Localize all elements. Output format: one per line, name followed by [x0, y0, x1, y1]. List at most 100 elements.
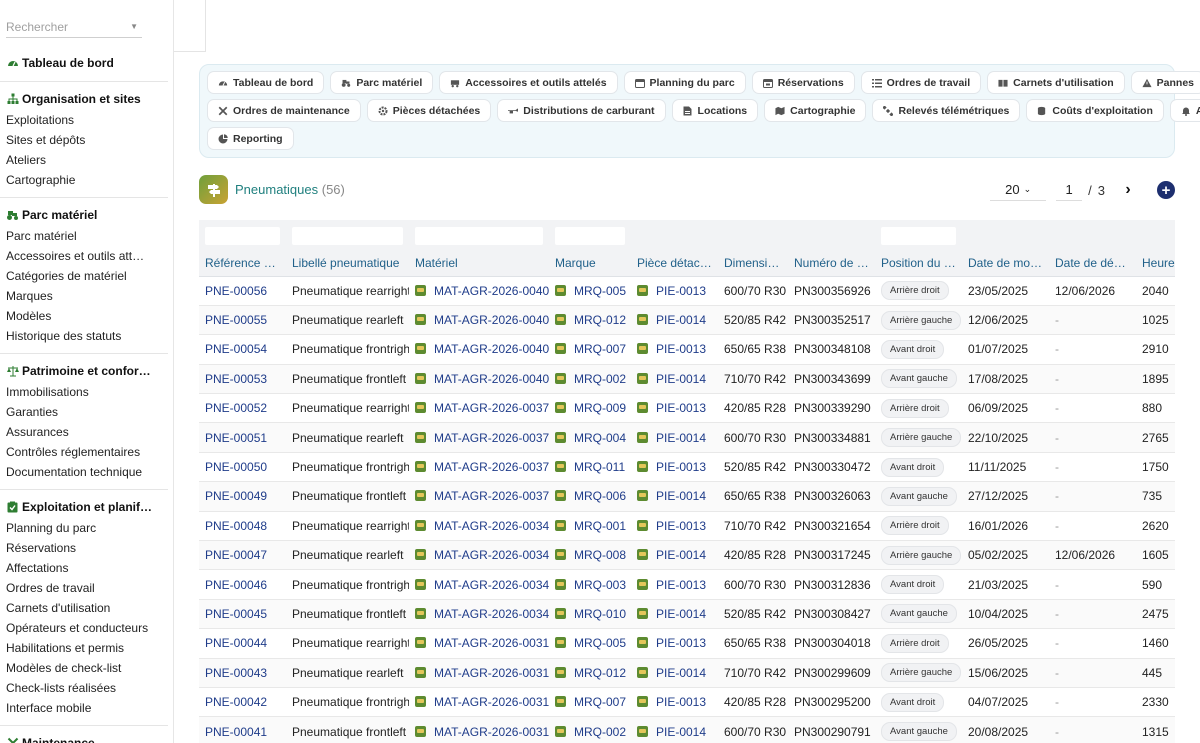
sidebar-section-parc-materiel[interactable]: Parc matériel: [0, 204, 173, 226]
table-row[interactable]: PNE-00043 Pneumatique rearleft MAT-AGR-202…: [199, 658, 1175, 688]
toolbar-chip-alertes[interactable]: Alertes: [1169, 99, 1200, 122]
sidebar-section-maintenance[interactable]: Maintenance: [0, 732, 173, 743]
toolbar-chip-planning-du-parc[interactable]: Planning du parc: [623, 71, 746, 94]
sidebar-section-patrimoine-et-confor[interactable]: Patrimoine et confor…: [0, 360, 173, 382]
sidebar-item-exploitations[interactable]: Exploitations: [0, 110, 150, 130]
piece-link[interactable]: PIE-0013: [656, 578, 706, 592]
materiel-link[interactable]: MAT-AGR-2026-0040: [434, 342, 549, 356]
reference-link[interactable]: PNE-00050: [205, 460, 267, 474]
piece-link[interactable]: PIE-0014: [656, 607, 706, 621]
marque-link[interactable]: MRQ-001: [574, 519, 626, 533]
piece-link[interactable]: PIE-0013: [656, 284, 706, 298]
marque-link[interactable]: MRQ-002: [574, 372, 626, 386]
column-header[interactable]: Libellé pneumatique: [286, 250, 409, 277]
marque-link[interactable]: MRQ-012: [574, 666, 626, 680]
column-header[interactable]: Date de dép…: [1049, 250, 1136, 277]
table-row[interactable]: PNE-00054 Pneumatique frontright MAT-AGR-2…: [199, 334, 1175, 365]
table-row[interactable]: PNE-00047 Pneumatique rearleft MAT-AGR-202…: [199, 540, 1175, 571]
column-header[interactable]: Référence p…: [199, 250, 286, 277]
sidebar-item-check-lists-realisees[interactable]: Check-lists réalisées: [0, 678, 150, 698]
sidebar-item-modeles[interactable]: Modèles: [0, 306, 150, 326]
sidebar-item-carnets-d-utilisation[interactable]: Carnets d'utilisation: [0, 598, 150, 618]
table-row[interactable]: PNE-00048 Pneumatique rearright MAT-AGR-20…: [199, 511, 1175, 542]
reference-link[interactable]: PNE-00048: [205, 519, 267, 533]
column-header[interactable]: Numéro de s…: [788, 250, 875, 277]
toolbar-chip-releves-telemetriques[interactable]: Relevés télémétriques: [872, 99, 1021, 122]
filter-input[interactable]: [205, 227, 280, 245]
piece-link[interactable]: PIE-0013: [656, 695, 706, 709]
sidebar-item-cartographie[interactable]: Cartographie: [0, 170, 150, 190]
sidebar-section-exploitation-et-planif[interactable]: Exploitation et planif…: [0, 496, 173, 518]
materiel-link[interactable]: MAT-AGR-2026-0031: [434, 695, 549, 709]
column-header[interactable]: Dimensions: [718, 250, 788, 277]
toolbar-chip-pannes[interactable]: Pannes: [1130, 71, 1200, 94]
reference-link[interactable]: PNE-00055: [205, 313, 267, 327]
sidebar-item-operateurs-et-conducteurs[interactable]: Opérateurs et conducteurs: [0, 618, 150, 638]
column-header[interactable]: Pièce détach…: [631, 250, 718, 277]
sidebar-item-ateliers[interactable]: Ateliers: [0, 150, 150, 170]
reference-link[interactable]: PNE-00052: [205, 401, 267, 415]
materiel-link[interactable]: MAT-AGR-2026-0037: [434, 460, 549, 474]
toolbar-chip-ordres-de-maintenance[interactable]: Ordres de maintenance: [207, 99, 361, 122]
marque-link[interactable]: MRQ-010: [574, 607, 626, 621]
table-row[interactable]: PNE-00053 Pneumatique frontleft MAT-AGR-20…: [199, 364, 1175, 395]
table-row[interactable]: PNE-00051 Pneumatique rearleft MAT-AGR-202…: [199, 422, 1175, 453]
reference-link[interactable]: PNE-00047: [205, 548, 267, 562]
toolbar-chip-ordres-de-travail[interactable]: Ordres de travail: [860, 71, 982, 94]
sidebar-item-accessoires-et-outils-attel[interactable]: Accessoires et outils attel…: [0, 246, 150, 266]
toolbar-chip-cartographie[interactable]: Cartographie: [764, 99, 867, 122]
reference-link[interactable]: PNE-00043: [205, 666, 267, 680]
sidebar-item-documentation-technique[interactable]: Documentation technique: [0, 462, 150, 482]
sidebar-item-categories-de-materiel[interactable]: Catégories de matériel: [0, 266, 150, 286]
marque-link[interactable]: MRQ-002: [574, 725, 626, 739]
table-row[interactable]: PNE-00041 Pneumatique frontleft MAT-AGR-20…: [199, 716, 1175, 743]
reference-link[interactable]: PNE-00049: [205, 489, 267, 503]
reference-link[interactable]: PNE-00054: [205, 342, 267, 356]
sidebar-item-marques[interactable]: Marques: [0, 286, 150, 306]
toolbar-chip-carnets-d-utilisation[interactable]: Carnets d'utilisation: [987, 71, 1125, 94]
sidebar-item-controles-reglementaires[interactable]: Contrôles réglementaires: [0, 442, 150, 462]
sidebar-item-sites-et-depots[interactable]: Sites et dépôts: [0, 130, 150, 150]
sidebar-item-historique-des-statuts[interactable]: Historique des statuts: [0, 326, 150, 346]
table-row[interactable]: PNE-00055 Pneumatique rearleft MAT-AGR-202…: [199, 305, 1175, 336]
sidebar-item-garanties[interactable]: Garanties: [0, 402, 150, 422]
materiel-link[interactable]: MAT-AGR-2026-0031: [434, 636, 549, 650]
marque-link[interactable]: MRQ-012: [574, 313, 626, 327]
materiel-link[interactable]: MAT-AGR-2026-0034: [434, 578, 549, 592]
materiel-link[interactable]: MAT-AGR-2026-0040: [434, 313, 549, 327]
search-input[interactable]: [6, 19, 116, 34]
materiel-link[interactable]: MAT-AGR-2026-0034: [434, 607, 549, 621]
sidebar-item-immobilisations[interactable]: Immobilisations: [0, 382, 150, 402]
sidebar-section-tableau-de-bord[interactable]: Tableau de bord: [0, 52, 173, 74]
reference-link[interactable]: PNE-00056: [205, 284, 267, 298]
materiel-link[interactable]: MAT-AGR-2026-0040: [434, 372, 549, 386]
toolbar-chip-distributions-de-carburant[interactable]: Distributions de carburant: [497, 99, 666, 122]
toolbar-chip-tableau-de-bord[interactable]: Tableau de bord: [207, 71, 325, 94]
filter-input[interactable]: [292, 227, 403, 245]
piece-link[interactable]: PIE-0014: [656, 666, 706, 680]
piece-link[interactable]: PIE-0014: [656, 548, 706, 562]
table-row[interactable]: PNE-00052 Pneumatique rearright MAT-AGR-20…: [199, 393, 1175, 424]
sidebar-item-planning-du-parc[interactable]: Planning du parc: [0, 518, 150, 538]
toolbar-chip-parc-materiel[interactable]: Parc matériel: [330, 71, 434, 94]
piece-link[interactable]: PIE-0013: [656, 342, 706, 356]
toolbar-chip-pieces-detachees[interactable]: Pièces détachées: [366, 99, 492, 122]
sidebar-item-habilitations-et-permis[interactable]: Habilitations et permis: [0, 638, 150, 658]
marque-link[interactable]: MRQ-004: [574, 431, 626, 445]
reference-link[interactable]: PNE-00041: [205, 725, 267, 739]
marque-link[interactable]: MRQ-007: [574, 695, 626, 709]
per-page-select[interactable]: 20 ⌄: [990, 179, 1047, 201]
sidebar-item-affectations[interactable]: Affectations: [0, 558, 150, 578]
column-header[interactable]: Matériel: [409, 250, 549, 277]
sidebar-item-assurances[interactable]: Assurances: [0, 422, 150, 442]
piece-link[interactable]: PIE-0014: [656, 372, 706, 386]
page-number-input[interactable]: 1: [1056, 179, 1083, 201]
materiel-link[interactable]: MAT-AGR-2026-0034: [434, 519, 549, 533]
marque-link[interactable]: MRQ-011: [574, 460, 625, 474]
add-record-button[interactable]: +: [1157, 181, 1175, 199]
reference-link[interactable]: PNE-00046: [205, 578, 267, 592]
marque-link[interactable]: MRQ-005: [574, 284, 626, 298]
chevron-down-icon[interactable]: ▼: [130, 22, 138, 31]
table-row[interactable]: PNE-00045 Pneumatique frontleft MAT-AGR-20…: [199, 599, 1175, 630]
table-row[interactable]: PNE-00049 Pneumatique frontleft MAT-AGR-20…: [199, 481, 1175, 512]
